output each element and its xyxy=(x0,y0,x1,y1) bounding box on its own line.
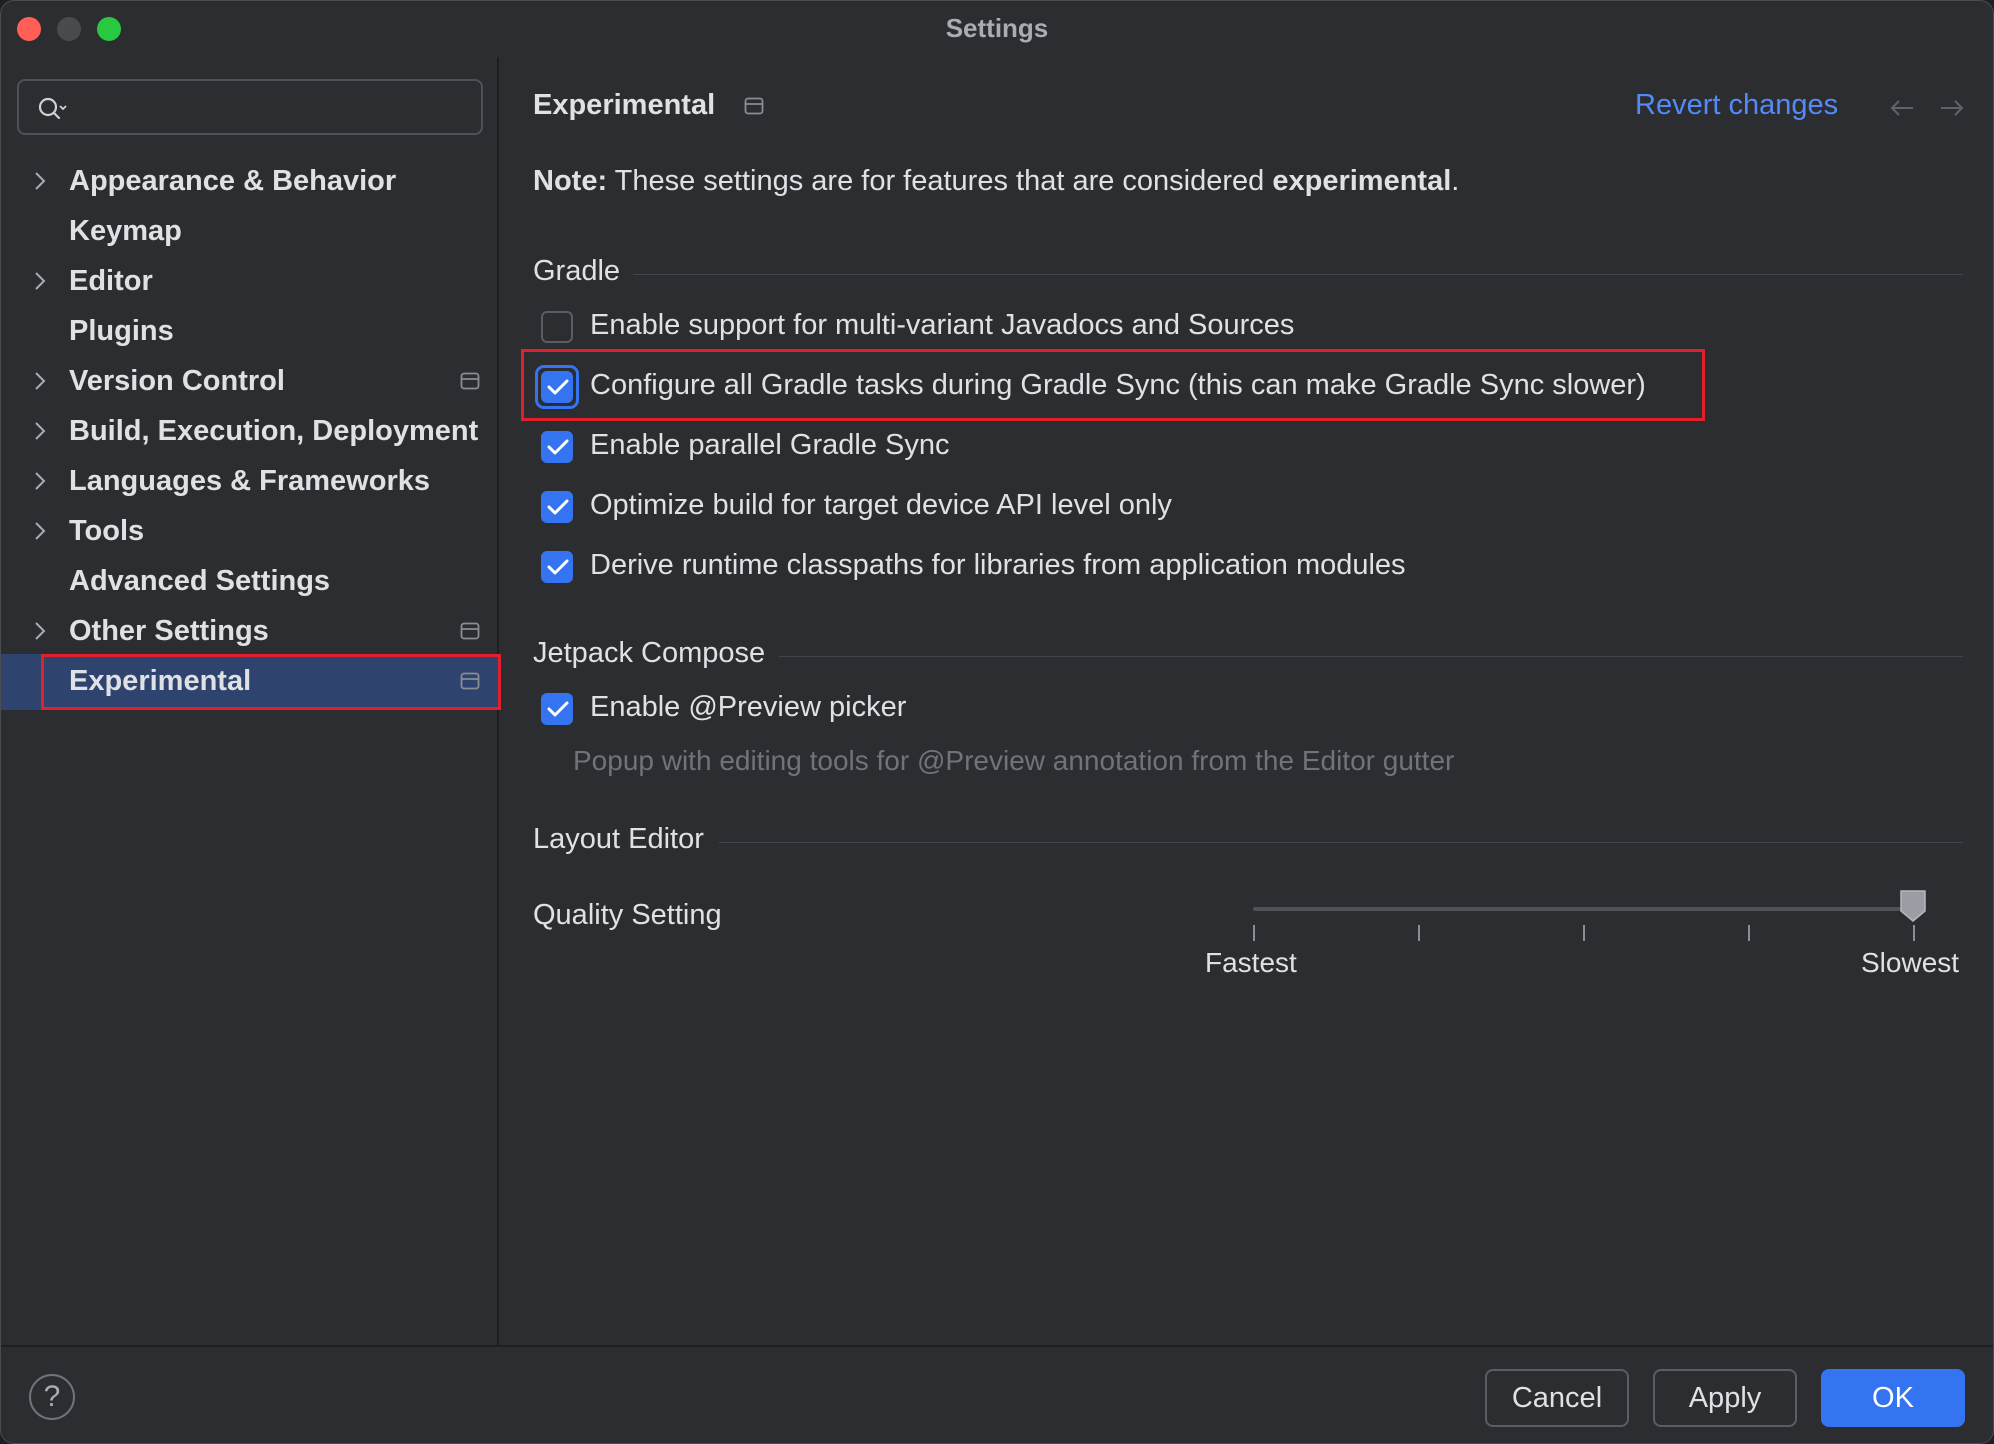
revert-changes-link[interactable]: Revert changes xyxy=(1635,89,1838,122)
sidebar-item-other-settings[interactable]: Other Settings xyxy=(1,607,499,657)
chevron-right-icon[interactable] xyxy=(31,520,49,542)
checkmark-icon xyxy=(547,379,569,395)
option-derive-runtime-classpaths[interactable]: Derive runtime classpaths for libraries … xyxy=(541,545,1941,589)
chevron-right-icon[interactable] xyxy=(31,420,49,442)
layout-editor-section: Layout Editor xyxy=(533,823,1963,863)
slider-tick xyxy=(1913,925,1915,941)
option-optimize-build-target-api[interactable]: Optimize build for target device API lev… xyxy=(541,485,1941,529)
sidebar-item-label: Experimental xyxy=(69,665,252,697)
checkbox-label: Configure all Gradle tasks during Gradle… xyxy=(590,369,1646,401)
sidebar-item-label: Build, Execution, Deployment xyxy=(69,415,479,447)
section-divider xyxy=(779,656,1963,657)
checkbox[interactable] xyxy=(541,693,573,725)
sidebar-item-label: Version Control xyxy=(69,365,285,397)
search-icon xyxy=(38,97,67,120)
note-suffix: . xyxy=(1451,165,1460,197)
apply-button[interactable]: Apply xyxy=(1653,1369,1797,1427)
quality-setting-label: Quality Setting xyxy=(533,899,722,931)
checkbox-label: Derive runtime classpaths for libraries … xyxy=(590,549,1406,581)
preview-picker-hint: Popup with editing tools for @Preview an… xyxy=(573,745,1455,776)
cancel-button[interactable]: Cancel xyxy=(1485,1369,1629,1427)
chevron-right-icon[interactable] xyxy=(31,620,49,642)
section-divider xyxy=(633,274,1963,275)
section-title: Layout Editor xyxy=(533,823,704,855)
note-prefix: Note: xyxy=(533,165,608,197)
slider-max-label: Slowest xyxy=(1861,947,1960,978)
sidebar-item-advanced-settings[interactable]: Advanced Settings xyxy=(1,557,499,607)
slider-tick xyxy=(1418,925,1420,941)
sidebar-item-label: Keymap xyxy=(69,215,182,247)
sidebar-item-label: Plugins xyxy=(69,315,174,347)
checkmark-icon xyxy=(547,701,569,717)
project-settings-icon xyxy=(744,97,764,115)
option-preview-picker[interactable]: Enable @Preview picker xyxy=(541,687,1941,731)
checkbox-label: Enable @Preview picker xyxy=(590,691,907,723)
project-settings-icon xyxy=(460,622,480,640)
chevron-right-icon[interactable] xyxy=(31,470,49,492)
checkmark-icon xyxy=(547,439,569,455)
checkbox-label: Optimize build for target device API lev… xyxy=(590,489,1172,521)
jetpack-compose-section: Jetpack Compose xyxy=(533,637,1963,677)
experimental-note: Note: These settings are for features th… xyxy=(533,165,1459,198)
checkbox[interactable] xyxy=(541,551,573,583)
sidebar-item-label: Tools xyxy=(69,515,145,547)
chevron-right-icon[interactable] xyxy=(31,370,49,392)
sidebar-item-label: Appearance & Behavior xyxy=(69,165,397,197)
sidebar-item-languages-frameworks[interactable]: Languages & Frameworks xyxy=(1,457,499,507)
slider-track[interactable] xyxy=(1253,907,1915,911)
sidebar-item-label: Editor xyxy=(69,265,153,297)
sidebar-item-plugins[interactable]: Plugins xyxy=(1,307,499,357)
gradle-section: Gradle xyxy=(533,255,1963,295)
settings-sidebar: Appearance & Behavior Keymap Editor Plug… xyxy=(1,57,501,1345)
sidebar-item-editor[interactable]: Editor xyxy=(1,257,499,307)
slider-min-label: Fastest xyxy=(1205,947,1297,978)
checkmark-icon xyxy=(547,499,569,515)
chevron-right-icon[interactable] xyxy=(31,170,49,192)
search-input[interactable] xyxy=(17,79,483,135)
project-settings-icon xyxy=(460,672,480,690)
option-parallel-gradle-sync[interactable]: Enable parallel Gradle Sync xyxy=(541,425,1941,469)
quality-slider[interactable]: Fastest Slowest xyxy=(1205,877,1959,997)
checkbox[interactable] xyxy=(541,431,573,463)
sidebar-item-version-control[interactable]: Version Control xyxy=(1,357,499,407)
settings-window: Settings Appearance & Behavior Keymap Ed… xyxy=(0,0,1994,1444)
option-multi-variant-javadocs[interactable]: Enable support for multi-variant Javadoc… xyxy=(541,305,1941,349)
window-title: Settings xyxy=(945,13,1049,43)
checkbox[interactable] xyxy=(541,371,573,403)
sidebar-item-keymap[interactable]: Keymap xyxy=(1,207,499,257)
sidebar-item-label: Other Settings xyxy=(69,615,269,647)
dialog-footer: ? Cancel Apply OK xyxy=(1,1345,1993,1443)
project-settings-icon xyxy=(460,372,480,390)
sidebar-item-tools[interactable]: Tools xyxy=(1,507,499,557)
sidebar-item-build-execution-deployment[interactable]: Build, Execution, Deployment xyxy=(1,407,499,457)
slider-tick xyxy=(1583,925,1585,941)
help-button[interactable]: ? xyxy=(29,1374,75,1420)
section-title: Jetpack Compose xyxy=(533,637,766,669)
note-emphasis: experimental xyxy=(1272,165,1452,197)
checkmark-icon xyxy=(547,559,569,575)
sidebar-item-appearance-behavior[interactable]: Appearance & Behavior xyxy=(1,157,499,207)
chevron-right-icon[interactable] xyxy=(31,270,49,292)
slider-tick xyxy=(1748,925,1750,941)
ok-button[interactable]: OK xyxy=(1821,1369,1965,1427)
slider-tick xyxy=(1253,925,1255,941)
checkbox[interactable] xyxy=(541,491,573,523)
section-title: Gradle xyxy=(533,255,621,287)
option-configure-all-gradle-tasks[interactable]: Configure all Gradle tasks during Gradle… xyxy=(535,365,1941,409)
sidebar-item-experimental[interactable]: Experimental xyxy=(1,654,501,710)
checkbox-label: Enable support for multi-variant Javadoc… xyxy=(590,309,1295,341)
sidebar-item-label: Advanced Settings xyxy=(69,565,331,597)
checkbox[interactable] xyxy=(541,311,573,343)
sidebar-item-label: Languages & Frameworks xyxy=(69,465,430,497)
forward-arrow-icon[interactable] xyxy=(1937,93,1967,123)
back-arrow-icon[interactable] xyxy=(1887,93,1917,123)
title-bar: Settings xyxy=(1,1,1993,57)
page-title: Experimental xyxy=(533,89,716,121)
section-divider xyxy=(719,842,1963,843)
checkbox-label: Enable parallel Gradle Sync xyxy=(590,429,950,461)
note-text: These settings are for features that are… xyxy=(607,165,1273,197)
settings-content: Experimental Revert changes Note: These … xyxy=(501,57,1993,1345)
slider-thumb[interactable] xyxy=(1899,889,1927,923)
